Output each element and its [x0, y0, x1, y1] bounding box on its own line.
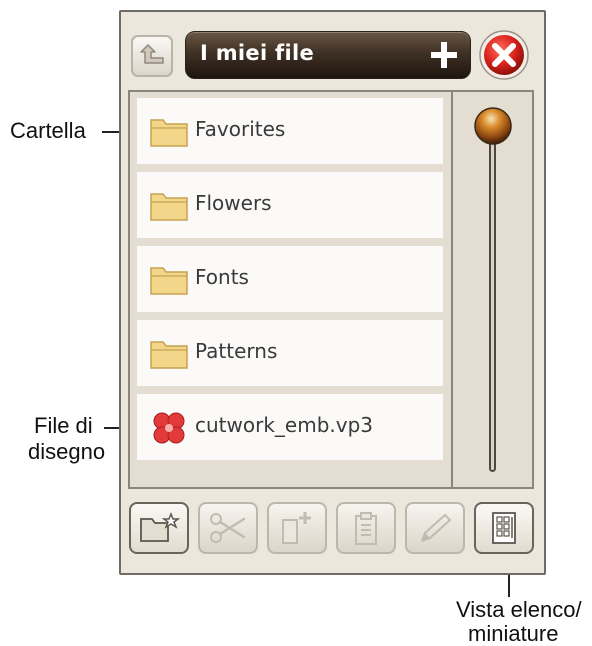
paste-button[interactable] [336, 502, 396, 554]
close-icon[interactable] [478, 29, 530, 81]
window-title: I miei file [200, 41, 315, 65]
new-folder-icon [140, 511, 180, 542]
file-toolbar [129, 502, 535, 554]
scissors-icon [210, 513, 246, 543]
list-item-label: Patterns [195, 339, 278, 363]
embroidery-design-icon [153, 412, 185, 444]
list-item-folder[interactable]: Fonts [137, 246, 443, 312]
folder-icon [150, 193, 188, 221]
list-item-label: Favorites [195, 117, 286, 141]
copy-button[interactable] [267, 502, 327, 554]
annotation-folder: Cartella [10, 118, 86, 143]
annotation-view-toggle-line2: miniature [468, 621, 559, 646]
list-item-folder[interactable]: Patterns [137, 320, 443, 386]
scroll-thumb[interactable] [473, 106, 513, 146]
file-list-panel: Favorites Flowers Fonts Patterns cutwork… [128, 90, 534, 489]
up-arrow-icon [140, 44, 164, 64]
copy-icon [282, 512, 311, 544]
file-list: Favorites Flowers Fonts Patterns cutwork… [130, 92, 453, 487]
view-toggle-button[interactable] [474, 502, 534, 554]
folder-icon [150, 119, 188, 147]
list-item-folder[interactable]: Favorites [137, 98, 443, 164]
new-folder-button[interactable] [129, 502, 189, 554]
list-item-label: Flowers [195, 191, 272, 215]
annotation-view-toggle-line1: Vista elenco/ [456, 597, 582, 622]
scroll-track[interactable] [489, 140, 496, 472]
rename-button[interactable] [405, 502, 465, 554]
list-thumbnail-view-icon [492, 512, 516, 544]
list-item-label: cutwork_emb.vp3 [195, 413, 374, 437]
cut-button[interactable] [198, 502, 258, 554]
paste-icon [355, 512, 377, 545]
scrollbar[interactable] [453, 92, 532, 487]
my-files-window: I miei file Favorites Flowers Fonts Patt… [119, 10, 546, 575]
pencil-icon [421, 514, 451, 542]
list-item-design[interactable]: cutwork_emb.vp3 [137, 394, 443, 460]
folder-icon [150, 341, 188, 369]
title-bar: I miei file [185, 31, 471, 79]
parent-folder-button[interactable] [131, 35, 173, 77]
list-item-label: Fonts [195, 265, 249, 289]
annotation-design-file-line2: disegno [28, 439, 106, 464]
plus-icon[interactable] [428, 39, 460, 71]
annotation-design-file-line1: File di [34, 413, 93, 438]
screen: Cartella File di disegno Vista elenco/ m… [0, 0, 592, 646]
folder-icon [150, 267, 188, 295]
list-item-folder[interactable]: Flowers [137, 172, 443, 238]
